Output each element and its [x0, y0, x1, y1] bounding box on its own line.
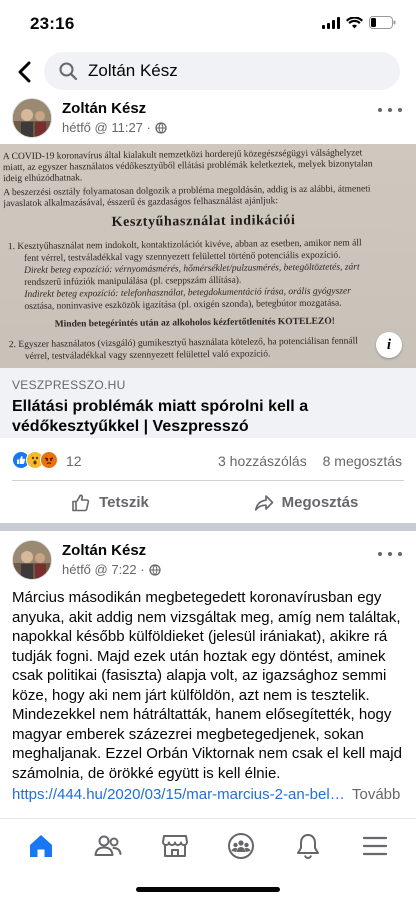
globe-icon — [155, 121, 167, 134]
search-icon — [59, 62, 78, 81]
document-photo: A COVID-19 koronavírus által kialakult n… — [0, 144, 416, 368]
post-author[interactable]: Zoltán Kész — [62, 100, 146, 117]
search-input[interactable] — [88, 61, 368, 81]
groups-icon — [228, 833, 255, 859]
link-domain: VESZPRESSZO.HU — [12, 378, 126, 392]
share-icon — [254, 494, 273, 511]
share-button[interactable]: Megosztás — [208, 481, 404, 524]
post-time[interactable]: hétfő @ 7:22 · — [62, 562, 145, 577]
cellular-signal-icon — [322, 16, 340, 29]
action-bar: Tetszik Megosztás — [12, 480, 404, 524]
nav-menu[interactable] — [351, 829, 399, 863]
status-bar: 23:16 — [0, 0, 416, 48]
avatar[interactable] — [12, 540, 52, 580]
nav-notifications[interactable] — [284, 829, 332, 863]
post-header: Zoltán Kész hétfő @ 11:27 · — [0, 96, 416, 144]
post-meta: hétfő @ 7:22 · — [62, 562, 161, 577]
chevron-left-icon — [18, 61, 31, 83]
nav-home[interactable] — [17, 829, 65, 863]
more-options-button[interactable] — [378, 102, 402, 118]
see-more-link[interactable]: Tovább — [352, 786, 400, 803]
comment-count[interactable]: 3 hozzászólás — [218, 453, 307, 469]
bottom-navigation — [0, 818, 416, 900]
share-label: Megosztás — [281, 494, 359, 511]
reaction-icons — [12, 451, 58, 469]
friends-icon — [94, 835, 122, 856]
back-button[interactable] — [10, 58, 38, 86]
home-indicator[interactable] — [136, 887, 280, 892]
notifications-icon — [296, 834, 319, 860]
menu-icon — [362, 836, 387, 856]
globe-icon — [148, 563, 161, 576]
post-header: Zoltán Kész hétfő @ 7:22 · — [0, 540, 416, 588]
post-meta: hétfő @ 11:27 · — [62, 120, 167, 135]
doc-line: vérrel, testváladékkal vagy szennyezett … — [24, 349, 271, 362]
reactions-row[interactable]: 12 3 hozzászólás 8 megosztás — [0, 449, 416, 473]
share-count[interactable]: 8 megosztás — [323, 453, 402, 469]
status-time: 23:16 — [30, 14, 75, 33]
nav-marketplace[interactable] — [151, 829, 199, 863]
link-info[interactable]: VESZPRESSZO.HU Ellátási problémák miatt … — [0, 368, 416, 438]
link-title: Ellátási problémák miatt spórolni kell a… — [12, 398, 309, 435]
angry-reaction-icon — [40, 451, 58, 469]
wifi-icon — [346, 16, 363, 29]
info-icon[interactable]: i — [376, 332, 402, 358]
doc-title: Kesztyűhasználat indikációi — [111, 213, 296, 231]
like-label: Tetszik — [99, 494, 149, 511]
link-preview-image[interactable]: A COVID-19 koronavírus által kialakult n… — [0, 144, 416, 368]
thumbs-up-icon — [72, 493, 90, 511]
battery-icon — [369, 16, 396, 29]
like-button[interactable]: Tetszik — [12, 481, 208, 524]
home-icon — [30, 835, 53, 857]
doc-line: osztása, noninvasive eszközök igazítása … — [24, 298, 342, 312]
doc-line: Minden betegérintés után az alkoholos ké… — [54, 316, 335, 330]
more-options-button[interactable] — [378, 546, 402, 562]
reaction-count[interactable]: 12 — [66, 453, 82, 469]
post-author[interactable]: Zoltán Kész — [62, 542, 146, 559]
search-header — [0, 48, 416, 96]
search-box[interactable] — [44, 52, 400, 90]
nav-groups[interactable] — [217, 829, 265, 863]
post-link[interactable]: https://444.hu/2020/03/15/mar-marcius-2-… — [12, 785, 348, 805]
marketplace-icon — [161, 835, 188, 857]
post-time[interactable]: hétfő @ 11:27 · — [62, 120, 151, 135]
nav-friends[interactable] — [84, 829, 132, 863]
post-separator — [0, 523, 416, 531]
post-text: Március másodikán megbetegedett koronaví… — [12, 589, 402, 782]
avatar[interactable] — [12, 98, 52, 138]
post-link-row: https://444.hu/2020/03/15/mar-marcius-2-… — [12, 785, 410, 805]
status-icons — [322, 16, 396, 29]
